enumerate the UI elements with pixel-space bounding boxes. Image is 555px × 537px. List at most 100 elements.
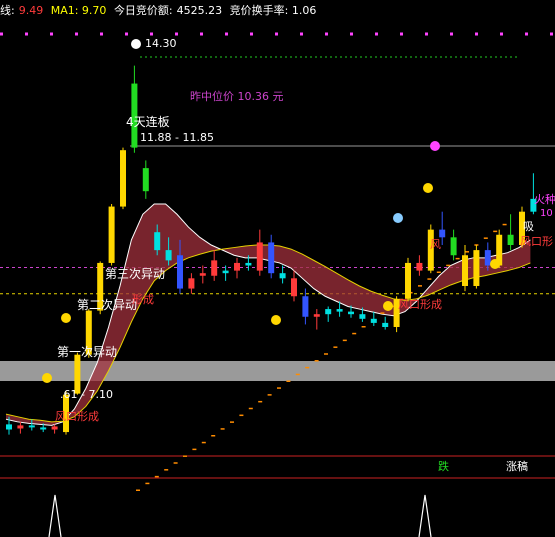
- candle-body-44: [507, 234, 514, 245]
- candle-body-13: [154, 232, 161, 251]
- candle-body-3: [40, 427, 47, 430]
- support-dot-10: [230, 421, 234, 423]
- support-dot-37: [483, 237, 488, 239]
- candle-body-19: [222, 270, 229, 274]
- candle-body-41: [473, 250, 480, 286]
- candle-body-33: [382, 322, 389, 327]
- fire-right-label: 火种: [534, 192, 555, 206]
- candle-body-36: [416, 262, 423, 271]
- support-dot-24: [361, 326, 366, 328]
- support-dot-11: [239, 414, 244, 417]
- first-move-label: 第一次异动: [57, 345, 117, 359]
- wind-right-a-label: 风: [430, 238, 441, 251]
- support-dot-21: [333, 346, 338, 348]
- support-dot-31: [427, 278, 432, 280]
- candlestick-chart: 14.30 昨中位价 10.36 元 4天连板 11.88 - 11.85 第三次异动第…: [0, 32, 555, 537]
- range-top-label: 11.88 - 11.85: [140, 131, 214, 144]
- candle-body-16: [188, 278, 195, 289]
- support-dot-30: [418, 285, 422, 287]
- fall-label: 跌: [438, 459, 449, 473]
- candle-body-15: [177, 255, 183, 289]
- candle-body-17: [199, 273, 206, 276]
- support-dot-18: [305, 366, 310, 369]
- candle-body-0: [6, 424, 12, 430]
- support-dot-2: [154, 475, 159, 478]
- wind-mid-upper-label: 形成: [132, 293, 154, 306]
- support-dot-39: [502, 223, 507, 226]
- high-price-label: 14.30: [145, 37, 177, 50]
- range-bottom-label: .61 - 7.10: [60, 388, 113, 401]
- candle-body-28: [325, 309, 332, 315]
- candle-body-22: [256, 242, 263, 271]
- candle-body-2: [28, 425, 35, 428]
- support-dot-32: [436, 271, 441, 273]
- candle-body-23: [268, 242, 275, 274]
- candle-body-35: [405, 262, 411, 299]
- third-move-label: 第三次异动: [105, 267, 165, 281]
- candle-body-27: [313, 314, 320, 317]
- chart-stage: 14.30 昨中位价 10.36 元 4天连板 11.88 - 11.85 第三次异动第…: [0, 0, 555, 537]
- second-move-label: 第二次异动: [77, 298, 137, 312]
- support-dot-34: [455, 257, 460, 260]
- candle-body-42: [484, 250, 491, 266]
- candle-body-21: [245, 262, 252, 266]
- candle-body-40: [462, 255, 468, 286]
- support-dot-7: [201, 441, 206, 444]
- support-dot-4: [173, 462, 178, 464]
- candle-body-20: [234, 262, 240, 271]
- num-right-label: 10: [540, 208, 553, 219]
- candle-body-9: [108, 206, 115, 263]
- candle-body-38: [439, 229, 446, 238]
- candle-body-24: [279, 273, 286, 279]
- marker-ball-6: [490, 259, 500, 269]
- support-dot-1: [145, 482, 150, 485]
- support-dot-23: [352, 332, 357, 335]
- header-ma1: MA1: 9.70: [50, 4, 107, 17]
- header-bid-amount-value: 4525.23: [176, 4, 223, 17]
- candle-body-14: [165, 250, 172, 261]
- streak-label: 4天连板: [126, 114, 170, 129]
- marker-ball-2: [61, 313, 71, 323]
- midline-price-label: 昨中位价 10.36 元: [190, 89, 283, 103]
- support-dot-26: [380, 312, 385, 314]
- support-dot-16: [286, 380, 291, 382]
- support-dot-19: [314, 360, 319, 362]
- header-bid-turnover: 竞价换手率: 1.06: [229, 4, 317, 17]
- indicator-spike-1: [418, 494, 432, 537]
- support-dot-14: [267, 394, 272, 396]
- wind-mid-label: 风口形成: [398, 298, 442, 311]
- support-dot-8: [211, 435, 216, 437]
- support-dot-13: [258, 400, 263, 403]
- candle-body-25: [291, 278, 297, 297]
- support-dot-9: [220, 428, 225, 430]
- marker-ball-8: [430, 141, 440, 151]
- candle-body-10: [120, 150, 126, 207]
- header-line-label: 线:: [0, 4, 15, 17]
- wind-right-b-label: 风口形: [520, 235, 553, 248]
- support-dot-38: [493, 230, 498, 233]
- support-dot-0: [136, 489, 140, 491]
- support-dot-5: [183, 455, 187, 457]
- indicator-header: 线: 9.49 MA1: 9.70 今日竞价额: 4525.23 竞价换手率: 1.…: [0, 2, 320, 18]
- candle-body-26: [302, 296, 309, 317]
- candle-body-39: [450, 237, 457, 256]
- marker-ball-4: [383, 301, 393, 311]
- marker-ball-3: [271, 315, 281, 325]
- support-dot-33: [446, 264, 451, 267]
- support-dot-3: [164, 469, 169, 471]
- candle-body-29: [336, 309, 343, 312]
- marker-ball-0: [131, 39, 141, 49]
- header-line-value: 9.49: [18, 4, 44, 17]
- header-bid-amount-label: 今日竞价额:: [113, 4, 173, 17]
- wind-bottom-label: 风口形成: [55, 410, 99, 423]
- candle-body-12: [142, 168, 149, 192]
- indicator-spike-0: [48, 494, 62, 537]
- support-dot-12: [248, 407, 253, 410]
- candle-body-30: [348, 311, 354, 315]
- xi-right-label: 吸: [523, 220, 534, 233]
- candle-body-4: [51, 426, 58, 430]
- marker-ball-7: [393, 213, 403, 223]
- support-dot-20: [324, 353, 328, 355]
- candle-body-31: [359, 314, 366, 319]
- limit-label: 涨稿: [506, 459, 528, 473]
